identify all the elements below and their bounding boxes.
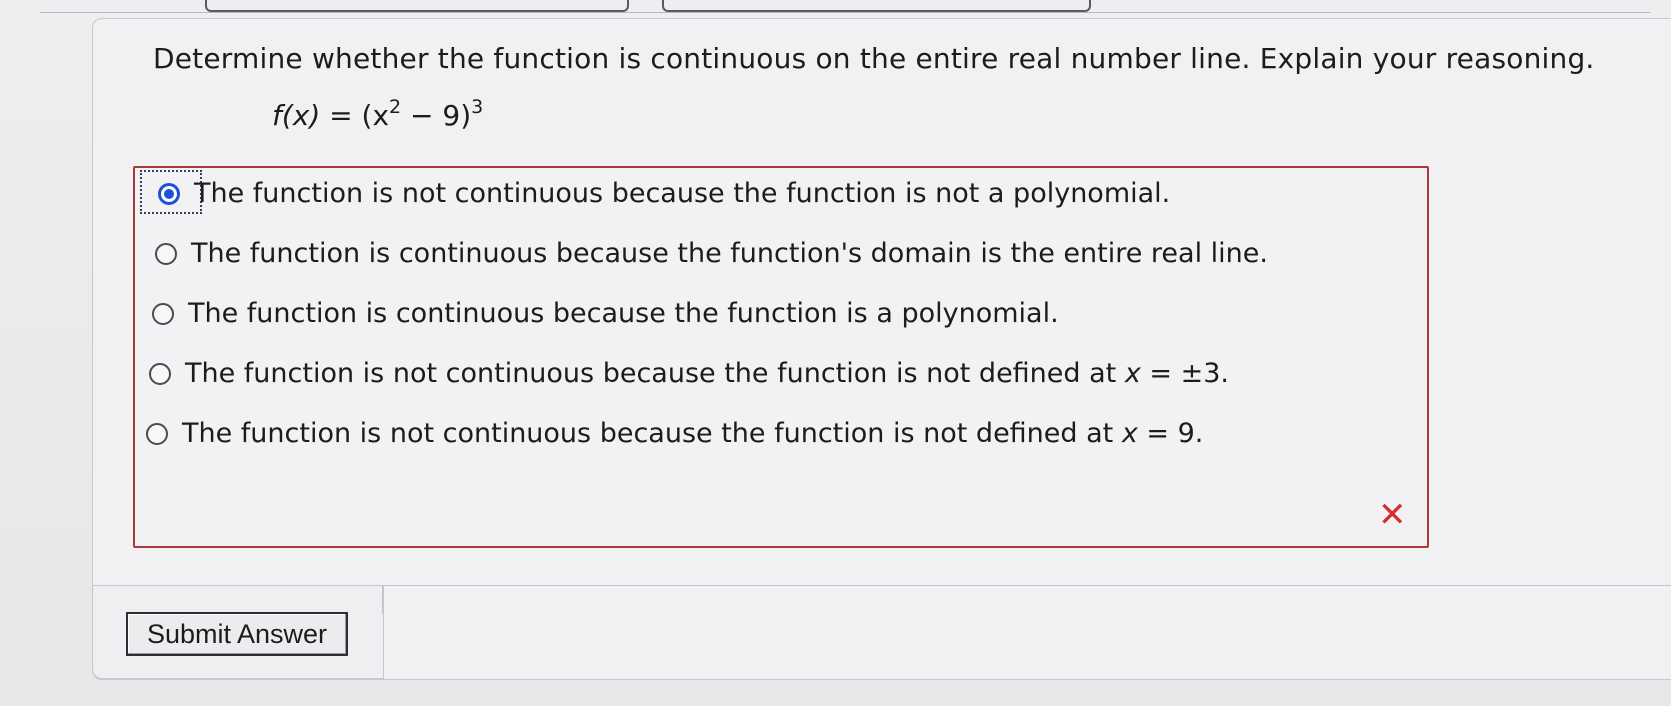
submit-divider <box>382 585 1671 614</box>
option-4-variable: x <box>1124 358 1141 389</box>
option-5-variable: x <box>1121 418 1138 449</box>
option-4-text-after: = ±3. <box>1140 358 1230 389</box>
option-3-label: The function is continuous because the f… <box>188 298 1059 329</box>
top-tab-left <box>205 0 629 12</box>
option-2-label: The function is continuous because the f… <box>191 238 1268 269</box>
option-5-text-before: The function is not continuous because t… <box>182 418 1122 449</box>
option-4-label: The function is not continuous because t… <box>185 358 1229 389</box>
radio-option-3[interactable] <box>152 302 174 325</box>
option-5-label: The function is not continuous because t… <box>182 418 1203 449</box>
option-4-text-before: The function is not continuous because t… <box>185 358 1125 389</box>
option-3[interactable]: The function is continuous because the f… <box>152 298 1059 329</box>
radio-option-4[interactable] <box>149 362 171 385</box>
option-1-label: The function is not continuous because t… <box>194 178 1171 209</box>
top-strip <box>40 0 1650 13</box>
function-name: f(x) <box>272 99 321 132</box>
outer-exponent: 3 <box>471 96 484 118</box>
page: Determine whether the function is contin… <box>0 0 1671 706</box>
question-prompt: Determine whether the function is contin… <box>153 42 1595 75</box>
option-4[interactable]: The function is not continuous because t… <box>149 358 1229 389</box>
submit-answer-button[interactable]: Submit Answer <box>126 612 348 656</box>
function-formula: f(x) = (x2 − 9)3 <box>272 96 483 132</box>
option-2[interactable]: The function is continuous because the f… <box>155 238 1268 269</box>
function-middle: − 9) <box>401 99 472 132</box>
radio-option-2[interactable] <box>155 242 177 265</box>
top-tab-right <box>662 0 1091 12</box>
option-1[interactable]: The function is not continuous because t… <box>158 178 1170 209</box>
radio-option-5[interactable] <box>146 422 168 445</box>
radio-option-1[interactable] <box>158 182 180 205</box>
function-equals: = (x <box>320 99 390 132</box>
answer-choices-box <box>133 166 1429 548</box>
incorrect-x-icon: ✕ <box>1378 495 1407 535</box>
option-5[interactable]: The function is not continuous because t… <box>146 418 1203 449</box>
inner-exponent: 2 <box>389 96 402 118</box>
option-5-text-after: = 9. <box>1137 418 1204 449</box>
